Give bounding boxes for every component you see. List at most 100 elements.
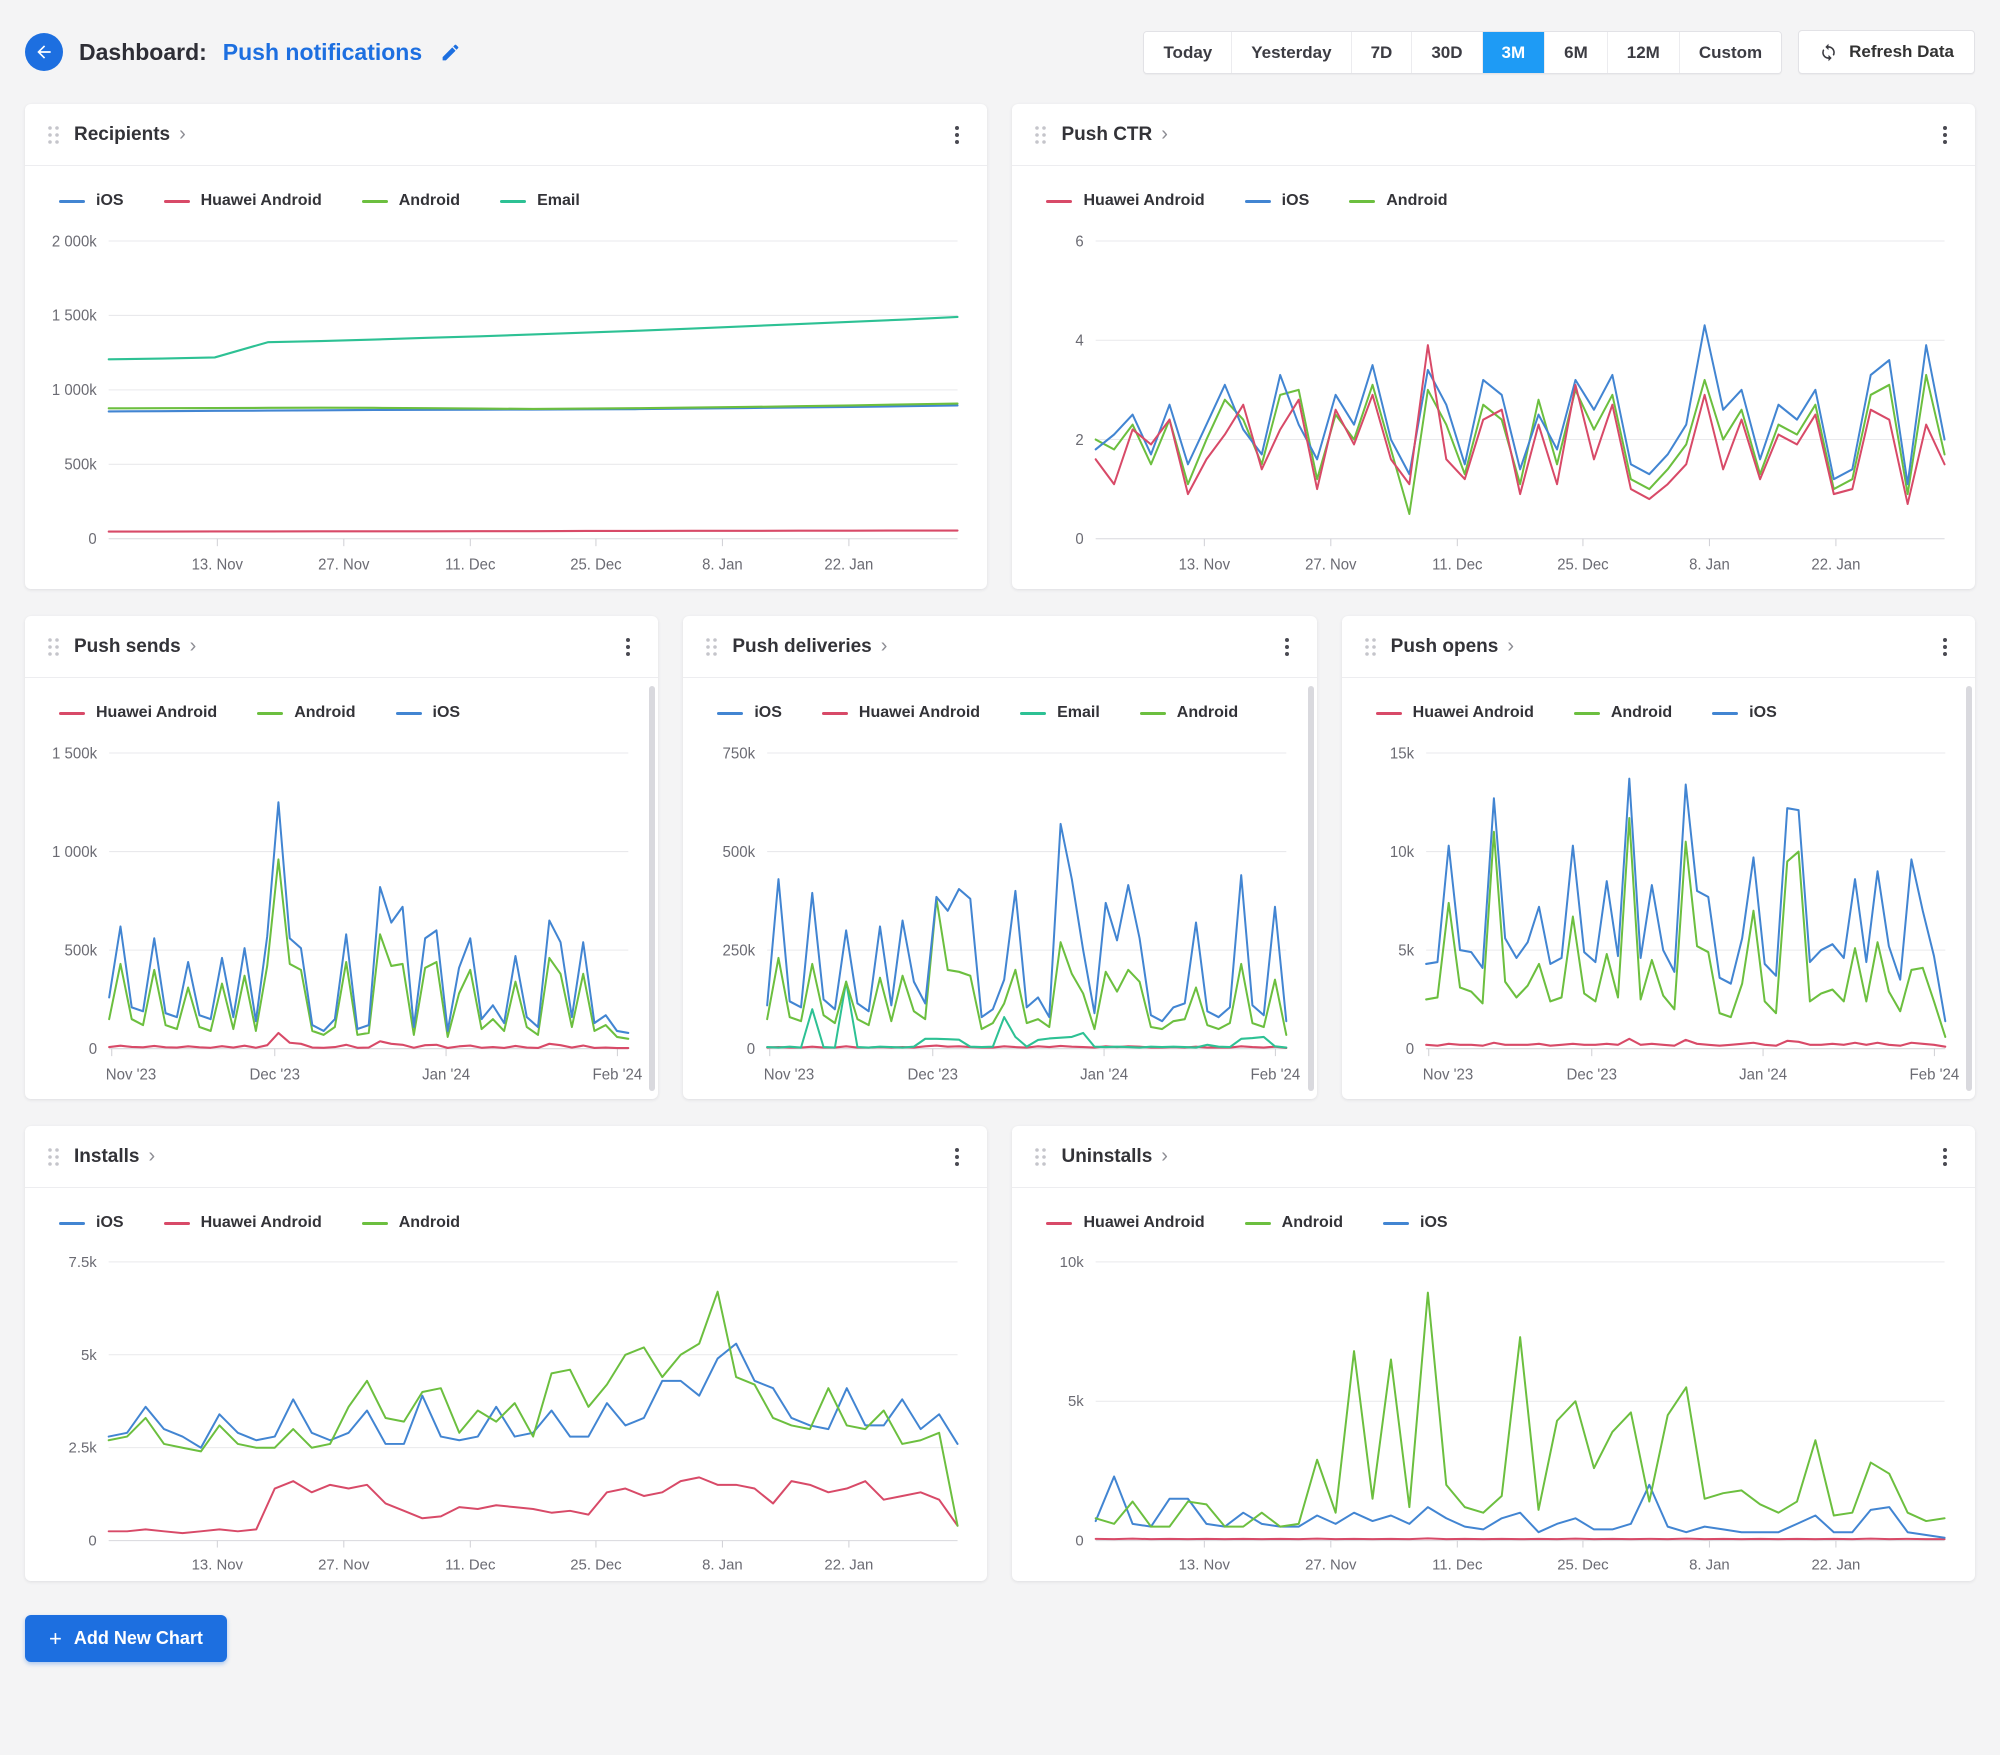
- drag-handle-icon[interactable]: [1034, 125, 1047, 145]
- chart-title-link[interactable]: Recipients ›: [74, 124, 186, 146]
- chart-card-installs: Installs › iOS Huawei Android Android 0 2.5k…: [25, 1126, 988, 1581]
- svg-text:11. Dec: 11. Dec: [445, 1556, 496, 1573]
- chart-legend: iOS Huawei Android Android Email: [41, 188, 971, 224]
- legend-item[interactable]: iOS: [59, 192, 124, 210]
- legend-item[interactable]: Android: [257, 704, 356, 722]
- legend-item[interactable]: iOS: [1383, 1214, 1448, 1232]
- kebab-menu-button[interactable]: [1279, 632, 1295, 662]
- scrollbar-thumb[interactable]: [1307, 686, 1314, 1091]
- kebab-menu-button[interactable]: [1937, 120, 1953, 150]
- chart-title-link[interactable]: Push sends ›: [74, 636, 196, 658]
- legend-item[interactable]: Huawei Android: [163, 192, 322, 210]
- svg-text:11. Dec: 11. Dec: [1433, 556, 1484, 574]
- drag-handle-icon[interactable]: [1364, 637, 1377, 657]
- svg-text:Dec '23: Dec '23: [1566, 1066, 1617, 1083]
- legend-item[interactable]: Huawei Android: [1046, 192, 1205, 210]
- legend-item[interactable]: Android: [1573, 704, 1672, 722]
- back-button[interactable]: [25, 33, 63, 71]
- charts-grid: Recipients › iOS Huawei Android Android Emai…: [25, 104, 1975, 1581]
- dashboard-page: Dashboard: Push notifications Today Yeste…: [0, 0, 2000, 1702]
- refresh-data-button[interactable]: Refresh Data: [1798, 30, 1975, 74]
- legend-item[interactable]: Email: [500, 192, 580, 210]
- legend-item[interactable]: Android: [1349, 192, 1448, 210]
- drag-handle-icon[interactable]: [1034, 1147, 1047, 1167]
- line-chart: 0 500k 1 000k 1 500k 2 000k 13. Nov 27. Nov 11.…: [52, 233, 959, 574]
- drag-handle-icon[interactable]: [47, 637, 60, 657]
- time-range-custom[interactable]: Custom: [1678, 31, 1782, 73]
- legend-item[interactable]: iOS: [395, 704, 461, 722]
- legend-item[interactable]: Android: [361, 1214, 461, 1232]
- chart-card-recipients: Recipients › iOS Huawei Android Android Emai…: [25, 104, 988, 589]
- legend-item[interactable]: Huawei Android: [821, 704, 981, 722]
- drag-handle-icon[interactable]: [47, 1147, 60, 1167]
- legend-label: Android: [398, 1214, 461, 1231]
- legend-item[interactable]: Email: [1020, 704, 1100, 722]
- legend-item[interactable]: Android: [361, 192, 460, 210]
- kebab-menu-button[interactable]: [1937, 1142, 1953, 1172]
- svg-text:27. Nov: 27. Nov: [318, 556, 370, 574]
- scrollbar-thumb[interactable]: [649, 686, 656, 1091]
- svg-text:0: 0: [1405, 1041, 1414, 1058]
- chart-card-push-opens: Push opens › Huawei Android Android iOS 0 5k…: [1341, 616, 1975, 1099]
- chart-title-link[interactable]: Uninstalls ›: [1061, 1146, 1167, 1168]
- svg-text:6: 6: [1076, 233, 1084, 251]
- legend-swatch: [1375, 711, 1402, 715]
- legend-swatch: [1020, 711, 1047, 715]
- legend-item[interactable]: iOS: [1244, 192, 1309, 210]
- svg-text:13. Nov: 13. Nov: [192, 556, 244, 574]
- time-range-7d[interactable]: 7D: [1350, 31, 1412, 73]
- legend-swatch: [395, 711, 422, 715]
- kebab-menu-button[interactable]: [1937, 632, 1953, 662]
- legend-item[interactable]: Android: [1244, 1214, 1343, 1232]
- svg-text:Nov '23: Nov '23: [764, 1066, 815, 1083]
- time-range-6m[interactable]: 6M: [1544, 31, 1607, 73]
- chart-title-link[interactable]: Push opens ›: [1391, 636, 1514, 658]
- legend-label: Huawei Android: [200, 1214, 322, 1231]
- svg-text:500k: 500k: [723, 844, 756, 861]
- time-range-3m[interactable]: 3M: [1481, 31, 1545, 73]
- svg-text:5k: 5k: [1068, 1393, 1084, 1410]
- legend-item[interactable]: iOS: [1712, 704, 1777, 722]
- dashboard-name-link[interactable]: Push notifications: [223, 39, 422, 66]
- chart-title-link[interactable]: Push deliveries ›: [732, 636, 887, 658]
- legend-item[interactable]: Huawei Android: [1046, 1214, 1205, 1232]
- add-new-chart-button[interactable]: + Add New Chart: [25, 1615, 227, 1662]
- svg-text:Dec '23: Dec '23: [908, 1066, 959, 1083]
- legend-label: Android: [1386, 192, 1448, 209]
- chart-title-link[interactable]: Installs ›: [74, 1146, 155, 1168]
- drag-handle-icon[interactable]: [47, 125, 60, 145]
- legend-item[interactable]: Android: [1139, 704, 1238, 722]
- drag-handle-icon[interactable]: [705, 637, 718, 657]
- time-range-today[interactable]: Today: [1144, 31, 1232, 73]
- time-range-12m[interactable]: 12M: [1606, 31, 1679, 73]
- edit-icon[interactable]: [440, 42, 461, 63]
- legend-swatch: [59, 711, 85, 715]
- svg-text:0: 0: [88, 531, 96, 549]
- legend-swatch: [1139, 711, 1166, 715]
- legend-label: Android: [294, 704, 356, 721]
- scrollbar-thumb[interactable]: [1965, 686, 1972, 1091]
- kebab-menu-button[interactable]: [949, 1142, 965, 1172]
- legend-label: Huawei Android: [1083, 192, 1205, 209]
- add-new-chart-label: Add New Chart: [73, 1628, 203, 1648]
- legend-item[interactable]: Huawei Android: [59, 704, 217, 722]
- legend-label: iOS: [432, 704, 461, 721]
- chart-title-link[interactable]: Push CTR ›: [1061, 124, 1167, 146]
- legend-label: iOS: [96, 192, 124, 209]
- svg-text:13. Nov: 13. Nov: [192, 1556, 244, 1573]
- svg-text:27. Nov: 27. Nov: [1306, 1556, 1358, 1573]
- time-range-yesterday[interactable]: Yesterday: [1231, 31, 1351, 73]
- time-range-30d[interactable]: 30D: [1411, 31, 1482, 73]
- kebab-menu-button[interactable]: [949, 120, 965, 150]
- svg-text:250k: 250k: [723, 942, 756, 959]
- kebab-menu-button[interactable]: [620, 632, 636, 662]
- legend-item[interactable]: iOS: [717, 704, 782, 722]
- legend-item[interactable]: Huawei Android: [163, 1214, 322, 1232]
- legend-label: iOS: [1420, 1214, 1448, 1231]
- legend-item[interactable]: Huawei Android: [1375, 704, 1534, 722]
- legend-label: Huawei Android: [858, 704, 981, 721]
- legend-item[interactable]: iOS: [59, 1214, 124, 1232]
- line-chart: 0 5k 10k 13. Nov 27. Nov 11. Dec 25. Dec 8. Jan…: [1060, 1254, 1947, 1573]
- svg-text:25. Dec: 25. Dec: [1558, 1556, 1610, 1573]
- legend-swatch: [717, 711, 744, 715]
